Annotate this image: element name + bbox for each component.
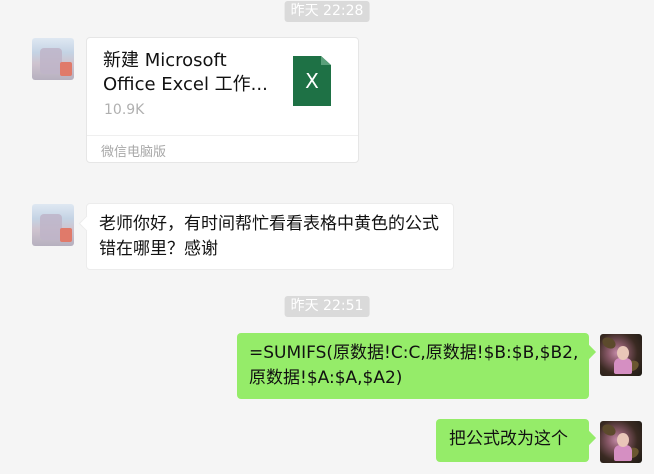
file-source-label: 微信电脑版 bbox=[101, 145, 167, 160]
file-size: 10.9K bbox=[104, 102, 145, 118]
timestamp: 昨天 22:28 bbox=[284, 1, 370, 22]
excel-icon-letter: X bbox=[305, 69, 319, 93]
own-avatar[interactable] bbox=[600, 334, 642, 376]
contact-avatar[interactable] bbox=[32, 38, 74, 80]
file-name: 新建 Microsoft Office Excel 工作... bbox=[103, 50, 268, 95]
timestamp: 昨天 22:51 bbox=[284, 296, 370, 317]
message-text: =SUMIFS(原数据!C:C,原数据!$B:$B,$B2,原数据!$A:$A,… bbox=[249, 343, 579, 388]
message-bubble-incoming[interactable]: 老师你好，有时间帮忙看看表格中黄色的公式错在哪里？感谢 bbox=[86, 203, 454, 270]
file-card-divider bbox=[87, 135, 358, 136]
file-message-card[interactable]: 新建 Microsoft Office Excel 工作... X 10.9K … bbox=[86, 37, 359, 163]
own-avatar[interactable] bbox=[600, 421, 642, 463]
message-text: 把公式改为这个 bbox=[449, 429, 568, 449]
contact-avatar[interactable] bbox=[32, 204, 74, 246]
message-bubble-outgoing[interactable]: 把公式改为这个 bbox=[436, 419, 589, 462]
excel-file-icon: X bbox=[293, 56, 331, 106]
message-text: 老师你好，有时间帮忙看看表格中黄色的公式错在哪里？感谢 bbox=[99, 214, 439, 259]
message-bubble-outgoing[interactable]: =SUMIFS(原数据!C:C,原数据!$B:$B,$B2,原数据!$A:$A,… bbox=[237, 333, 589, 399]
